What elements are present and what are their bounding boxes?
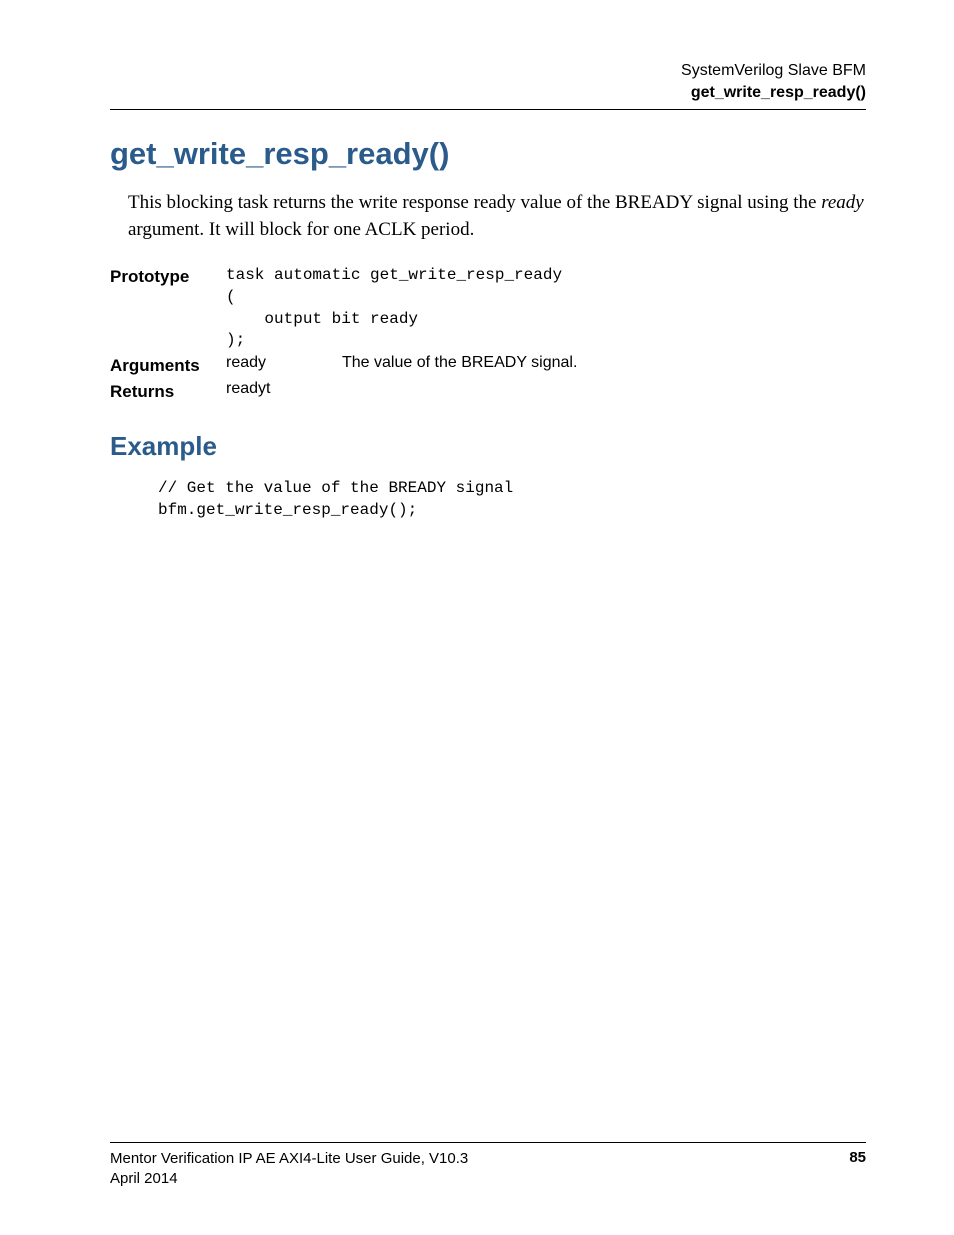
example-code: // Get the value of the BREADY signal bf… xyxy=(158,478,866,521)
page-header: SystemVerilog Slave BFM get_write_resp_r… xyxy=(110,60,866,103)
returns-label: Returns xyxy=(110,380,226,404)
returns-value: readyt xyxy=(226,380,866,398)
header-rule xyxy=(110,109,866,110)
footer-page-number: 85 xyxy=(849,1149,866,1166)
description-text-2: argument. It will block for one ACLK per… xyxy=(128,219,474,240)
page-title: get_write_resp_ready() xyxy=(110,136,866,172)
prototype-row: Prototype task automatic get_write_resp_… xyxy=(110,265,866,351)
argument-name: ready xyxy=(226,354,342,372)
prototype-code: task automatic get_write_resp_ready ( ou… xyxy=(226,265,866,351)
footer-rule xyxy=(110,1142,866,1143)
page-footer: Mentor Verification IP AE AXI4-Lite User… xyxy=(110,1142,866,1190)
header-topic: get_write_resp_ready() xyxy=(110,82,866,104)
prototype-label: Prototype xyxy=(110,265,226,351)
description-italic: ready xyxy=(821,192,864,213)
example-heading: Example xyxy=(110,431,866,462)
argument-description: The value of the BREADY signal. xyxy=(342,354,577,372)
footer-date: April 2014 xyxy=(110,1169,468,1189)
returns-row: Returns readyt xyxy=(110,380,866,404)
header-chapter: SystemVerilog Slave BFM xyxy=(110,60,866,82)
footer-doc-title: Mentor Verification IP AE AXI4-Lite User… xyxy=(110,1149,468,1169)
arguments-label: Arguments xyxy=(110,354,226,378)
description-paragraph: This blocking task returns the write res… xyxy=(128,190,866,243)
arguments-row: Arguments ready The value of the BREADY … xyxy=(110,354,866,378)
description-text-1: This blocking task returns the write res… xyxy=(128,192,821,213)
